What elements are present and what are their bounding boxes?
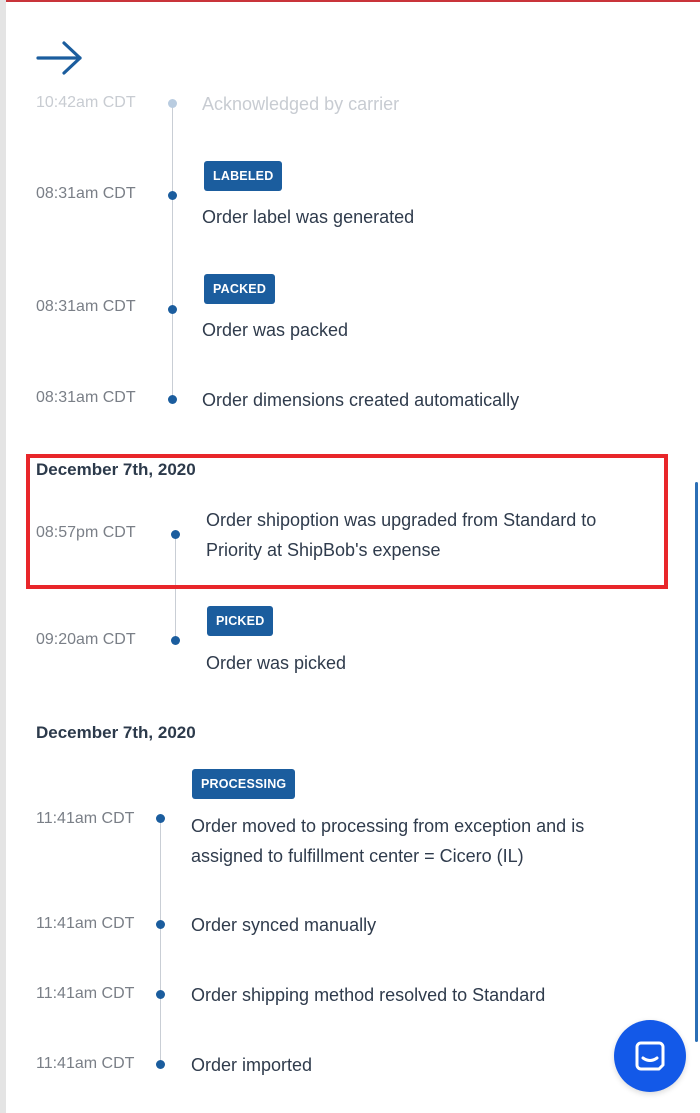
- chat-launcher-button[interactable]: [614, 1020, 686, 1092]
- timeline-dot: [168, 191, 177, 200]
- event-description: Acknowledged by carrier: [202, 94, 400, 114]
- timeline-line: [160, 819, 161, 1064]
- event-description: Order was packed: [202, 320, 349, 340]
- order-timeline-panel: 10:42am CDT Acknowledged by carrier LABE…: [6, 0, 700, 1113]
- timeline-line: [172, 104, 173, 400]
- status-badge-packed: PACKED: [204, 274, 276, 304]
- event-time: 09:20am CDT: [36, 631, 136, 648]
- event-time: 11:41am CDT: [36, 810, 135, 827]
- timeline-dot: [156, 814, 165, 823]
- event-description: Order was picked: [206, 653, 347, 673]
- event-time: 11:41am CDT: [36, 915, 135, 932]
- event-description: Order dimensions created automatically: [202, 390, 520, 410]
- event-description: Order label was generated: [202, 207, 415, 227]
- timeline-dot: [168, 99, 177, 108]
- status-badge-processing: PROCESSING: [192, 769, 296, 799]
- event-time: 08:31am CDT: [36, 389, 136, 406]
- event-time: 08:31am CDT: [36, 185, 136, 202]
- chat-icon: [635, 1041, 665, 1071]
- scrollbar[interactable]: [695, 482, 698, 1042]
- status-badge-labeled: LABELED: [204, 161, 283, 191]
- arrow-right-icon[interactable]: [36, 40, 84, 76]
- highlight-annotation: [26, 454, 668, 589]
- timeline-dot: [156, 1060, 165, 1069]
- event-description: Order shipping method resolved to Standa…: [191, 985, 546, 1005]
- event-time: 10:42am CDT: [36, 94, 136, 111]
- timeline-dot: [156, 990, 165, 999]
- event-description: Order synced manually: [191, 915, 377, 935]
- event-description-line: Order moved to processing from exception…: [191, 816, 585, 836]
- timeline-dot: [171, 636, 180, 645]
- event-time: 11:41am CDT: [36, 1055, 135, 1072]
- status-badge-picked: PICKED: [207, 606, 274, 636]
- event-time: 08:31am CDT: [36, 298, 136, 315]
- event-description: Order imported: [191, 1055, 313, 1075]
- timeline-dot: [156, 920, 165, 929]
- event-description: Order moved to processing from exception…: [191, 811, 584, 871]
- event-description-line: assigned to fulfillment center = Cicero …: [191, 846, 524, 866]
- timeline-dot: [168, 395, 177, 404]
- date-header: December 7th, 2020: [36, 723, 196, 742]
- timeline-dot: [168, 305, 177, 314]
- event-time: 11:41am CDT: [36, 985, 135, 1002]
